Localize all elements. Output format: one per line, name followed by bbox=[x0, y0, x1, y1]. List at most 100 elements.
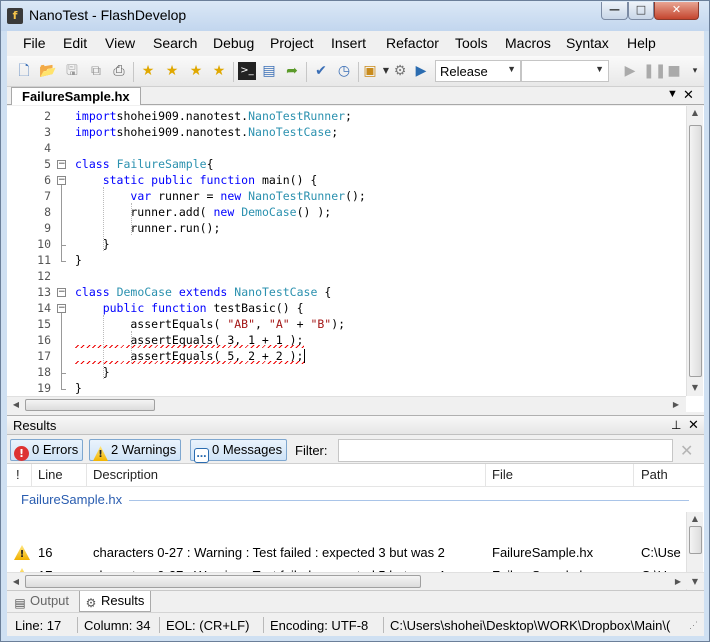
code-line[interactable]: runner.add( new DemoCase() ); bbox=[75, 205, 331, 219]
line-number: 3 bbox=[44, 125, 51, 139]
warnings-filter-button[interactable]: ! 2 Warnings bbox=[89, 439, 182, 461]
code-line[interactable]: public function testBasic() { bbox=[75, 301, 304, 315]
new-file-icon[interactable]: 🗋 bbox=[15, 62, 33, 80]
code-line[interactable]: var runner = new NanoTestRunner(); bbox=[75, 189, 365, 203]
menu-tools[interactable]: Tools bbox=[455, 35, 488, 51]
bookmark-prev-icon[interactable]: ★ bbox=[187, 62, 205, 80]
code-line[interactable]: } bbox=[75, 365, 110, 379]
result-row[interactable]: ! 16 characters 0-27 : Warning : Test fa… bbox=[7, 542, 687, 564]
results-close-icon[interactable]: ✕ bbox=[688, 417, 699, 433]
code-editor[interactable]: 2 3 4 5 6 7 8 9 10 11 12 13 14 15 16 17 18 19 ▲ ▼ ◀ ▶ imp… bbox=[7, 106, 704, 412]
tab-output[interactable]: ▤ Output bbox=[9, 591, 75, 612]
menu-view[interactable]: View bbox=[105, 35, 135, 51]
results-horizontal-scrollbar[interactable]: ◀ ▶ ▼ bbox=[7, 572, 704, 589]
resize-grip-icon[interactable]: ⋰ bbox=[689, 620, 698, 631]
code-line[interactable]: importshohei909.nanotest.NanoTestCase; bbox=[75, 125, 338, 139]
toolbar-overflow-icon[interactable]: ▾ bbox=[686, 62, 704, 80]
scroll-down-arrow-icon[interactable]: ▼ bbox=[688, 577, 702, 586]
maximize-button[interactable]: □ bbox=[628, 2, 654, 20]
debug-pause-icon[interactable]: ❚❚ bbox=[643, 62, 666, 80]
run-play-icon[interactable]: ▶ bbox=[412, 62, 430, 80]
column-header-path[interactable]: Path bbox=[641, 467, 668, 482]
code-line[interactable]: importshohei909.nanotest.NanoTestRunner; bbox=[75, 109, 352, 123]
check-syntax-icon[interactable]: ✔ bbox=[312, 62, 330, 80]
scroll-up-arrow-icon[interactable]: ▲ bbox=[688, 514, 702, 523]
editor-horizontal-scroll-thumb[interactable] bbox=[25, 399, 155, 411]
bookmark-icon[interactable]: ★ bbox=[139, 62, 157, 80]
filter-input[interactable] bbox=[338, 439, 673, 462]
scroll-down-arrow-icon[interactable]: ▼ bbox=[688, 383, 702, 392]
minimize-button[interactable]: — bbox=[601, 2, 628, 20]
status-encoding: Encoding: UTF-8 bbox=[270, 618, 369, 633]
menu-help[interactable]: Help bbox=[627, 35, 656, 51]
column-header-line[interactable]: Line bbox=[38, 467, 63, 482]
menu-file[interactable]: File bbox=[23, 35, 46, 51]
column-divider[interactable] bbox=[633, 464, 634, 487]
scroll-up-arrow-icon[interactable]: ▲ bbox=[688, 108, 702, 117]
menu-syntax[interactable]: Syntax bbox=[566, 35, 609, 51]
results-horizontal-scroll-thumb[interactable] bbox=[25, 575, 421, 588]
tab-close-icon[interactable]: ✕ bbox=[683, 87, 694, 103]
menu-macros[interactable]: Macros bbox=[505, 35, 551, 51]
scroll-left-arrow-icon[interactable]: ◀ bbox=[9, 577, 23, 586]
fold-end bbox=[61, 389, 66, 390]
scroll-right-arrow-icon[interactable]: ▶ bbox=[669, 400, 683, 409]
fold-toggle-icon[interactable]: − bbox=[57, 176, 66, 185]
open-folder-icon[interactable]: 📂 bbox=[39, 62, 57, 80]
code-line[interactable]: static public function main() { bbox=[75, 173, 318, 187]
print-icon[interactable]: ⎙ bbox=[110, 62, 128, 80]
goto-icon[interactable]: ➦ bbox=[283, 62, 301, 80]
configuration-select[interactable]: Release ▼ bbox=[435, 60, 521, 82]
column-divider[interactable] bbox=[485, 464, 486, 487]
menu-edit[interactable]: Edit bbox=[63, 35, 87, 51]
bookmark-next-icon[interactable]: ★ bbox=[163, 62, 181, 80]
column-divider[interactable] bbox=[31, 464, 32, 487]
column-header-severity[interactable]: ! bbox=[16, 467, 20, 482]
messages-filter-button[interactable]: … 0 Messages bbox=[190, 439, 288, 463]
debug-play-icon[interactable]: ▶ bbox=[621, 62, 639, 80]
code-line[interactable]: } bbox=[75, 237, 110, 251]
bookmark-clear-icon[interactable]: ★ bbox=[210, 62, 228, 80]
menu-insert[interactable]: Insert bbox=[331, 35, 366, 51]
result-group-header[interactable]: FailureSample.hx bbox=[21, 492, 122, 507]
scroll-right-arrow-icon[interactable]: ▶ bbox=[671, 577, 685, 586]
menu-project[interactable]: Project bbox=[270, 35, 314, 51]
document-tab-failuresample[interactable]: FailureSample.hx bbox=[11, 87, 141, 105]
fold-toggle-icon[interactable]: − bbox=[57, 160, 66, 169]
code-line[interactable]: class FailureSample{ bbox=[75, 157, 214, 171]
editor-horizontal-scrollbar[interactable]: ◀ ▶ bbox=[7, 396, 686, 412]
errors-filter-button[interactable]: ! 0 Errors bbox=[10, 439, 84, 461]
menu-debug[interactable]: Debug bbox=[213, 35, 254, 51]
title-bar[interactable]: f NanoTest - FlashDevelop — □ ✕ bbox=[1, 1, 709, 31]
column-header-file[interactable]: File bbox=[492, 467, 513, 482]
code-line[interactable]: class DemoCase extends NanoTestCase { bbox=[75, 285, 331, 299]
results-vertical-scroll-thumb[interactable] bbox=[689, 526, 702, 554]
save-all-icon[interactable]: ⧉ bbox=[87, 62, 105, 80]
debug-stop-icon[interactable]: ■ bbox=[665, 62, 683, 80]
menu-search[interactable]: Search bbox=[153, 35, 197, 51]
tab-list-chevron-icon[interactable]: ▼ bbox=[667, 88, 678, 100]
code-line[interactable]: runner.run(); bbox=[75, 221, 220, 235]
menu-refactor[interactable]: Refactor bbox=[386, 35, 439, 51]
fold-toggle-icon[interactable]: − bbox=[57, 304, 66, 313]
results-list[interactable]: ! Line Description File Path FailureSamp… bbox=[7, 463, 704, 604]
editor-vertical-scroll-thumb[interactable] bbox=[689, 125, 702, 377]
tab-results[interactable]: ⚙ Results bbox=[79, 591, 152, 612]
clear-filter-icon[interactable]: ✕ bbox=[680, 441, 693, 460]
layout-panel-icon[interactable]: ▤ bbox=[260, 62, 278, 80]
fold-toggle-icon[interactable]: − bbox=[57, 288, 66, 297]
pin-icon[interactable]: ⊥ bbox=[671, 418, 681, 432]
column-header-description[interactable]: Description bbox=[93, 467, 158, 482]
editor-vertical-scrollbar[interactable]: ▲ ▼ bbox=[686, 106, 703, 396]
gear-icon[interactable]: ⚙ bbox=[391, 62, 409, 80]
platform-select[interactable]: ▼ bbox=[521, 60, 609, 82]
code-line[interactable]: } bbox=[75, 253, 82, 267]
clock-icon[interactable]: ◷ bbox=[335, 62, 353, 80]
close-window-button[interactable]: ✕ bbox=[654, 2, 699, 20]
scroll-left-arrow-icon[interactable]: ◀ bbox=[9, 400, 23, 409]
command-prompt-icon[interactable]: >_ bbox=[238, 62, 256, 80]
save-icon[interactable]: 🖫 bbox=[63, 62, 81, 80]
code-line[interactable]: assertEquals( "AB", "A" + "B"); bbox=[75, 317, 345, 331]
column-divider[interactable] bbox=[86, 464, 87, 487]
code-line[interactable]: } bbox=[75, 381, 82, 395]
